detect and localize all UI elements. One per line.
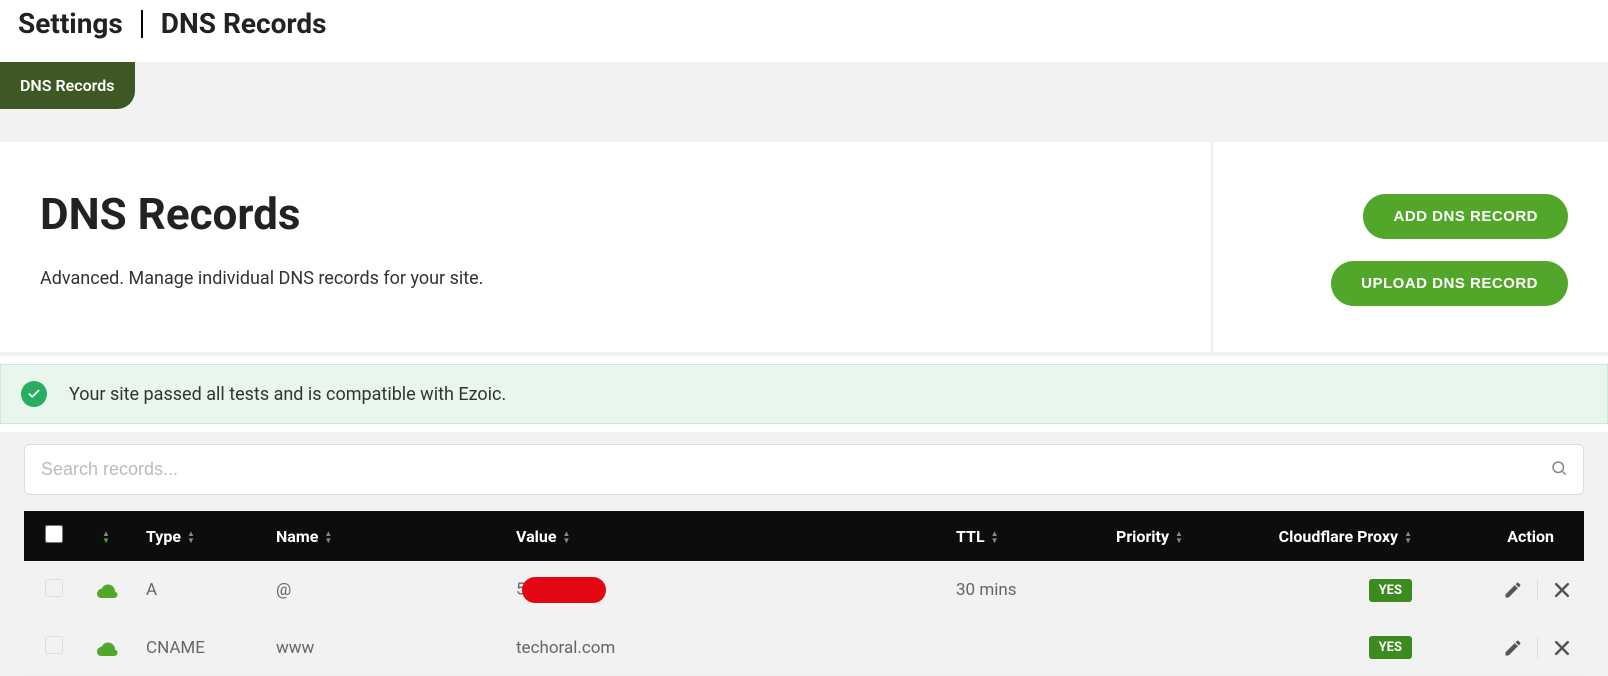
tab-dns-records[interactable]: DNS Records	[0, 62, 135, 109]
breadcrumb-root[interactable]: Settings	[18, 10, 143, 38]
cell-priority	[1104, 561, 1224, 620]
dns-records-table: ▲▼ Type▲▼ Name▲▼ Value▲▼ TTL▲▼ Priority▲…	[24, 511, 1584, 676]
row-checkbox[interactable]	[45, 579, 63, 597]
upload-dns-record-button[interactable]: UPLOAD DNS RECORD	[1331, 261, 1568, 306]
column-name[interactable]: Name▲▼	[264, 511, 504, 561]
action-separator	[1537, 637, 1538, 659]
alert-text: Your site passed all tests and is compat…	[69, 384, 506, 405]
search-box	[24, 444, 1584, 495]
cell-name: @	[264, 561, 504, 620]
breadcrumb-page: DNS Records	[143, 10, 327, 38]
column-sort-status[interactable]: ▲▼	[84, 511, 134, 561]
content-header: DNS Records Advanced. Manage individual …	[0, 142, 1608, 356]
cell-proxy: YES	[1224, 561, 1424, 620]
column-ttl[interactable]: TTL▲▼	[944, 511, 1104, 561]
column-priority[interactable]: Priority▲▼	[1104, 511, 1224, 561]
cell-ttl	[944, 620, 1104, 676]
add-dns-record-button[interactable]: ADD DNS RECORD	[1363, 194, 1568, 239]
cell-value: techoral.com	[504, 620, 944, 676]
search-icon[interactable]	[1550, 459, 1568, 481]
table-row: A @ 5 30 mins YES	[24, 561, 1584, 620]
proxy-status-icon	[84, 620, 134, 676]
cell-type: A	[134, 561, 264, 620]
proxy-status-icon	[84, 561, 134, 620]
column-cloudflare-proxy[interactable]: Cloudflare Proxy▲▼	[1224, 511, 1424, 561]
edit-button[interactable]	[1503, 638, 1523, 658]
redacted-value	[522, 577, 606, 603]
breadcrumb: Settings DNS Records	[0, 0, 1608, 62]
cell-proxy: YES	[1224, 620, 1424, 676]
compatibility-alert: Your site passed all tests and is compat…	[0, 364, 1608, 424]
action-separator	[1537, 579, 1538, 601]
select-all-checkbox[interactable]	[45, 525, 63, 543]
column-type[interactable]: Type▲▼	[134, 511, 264, 561]
proxy-badge: YES	[1369, 579, 1412, 602]
edit-button[interactable]	[1503, 580, 1523, 600]
check-circle-icon	[21, 381, 47, 407]
cell-value: 5	[504, 561, 944, 620]
table-row: CNAME www techoral.com YES	[24, 620, 1584, 676]
search-input[interactable]	[24, 444, 1584, 495]
cell-ttl: 30 mins	[944, 561, 1104, 620]
delete-button[interactable]	[1552, 638, 1572, 658]
page-title: DNS Records	[40, 188, 1331, 240]
delete-button[interactable]	[1552, 580, 1572, 600]
row-checkbox[interactable]	[45, 636, 63, 654]
column-value[interactable]: Value▲▼	[504, 511, 944, 561]
page-subtitle: Advanced. Manage individual DNS records …	[40, 268, 1331, 289]
cell-type: CNAME	[134, 620, 264, 676]
proxy-badge: YES	[1369, 636, 1412, 659]
tab-strip: DNS Records	[0, 62, 1608, 142]
cell-name: www	[264, 620, 504, 676]
cell-priority	[1104, 620, 1224, 676]
column-action: Action	[1424, 511, 1584, 561]
